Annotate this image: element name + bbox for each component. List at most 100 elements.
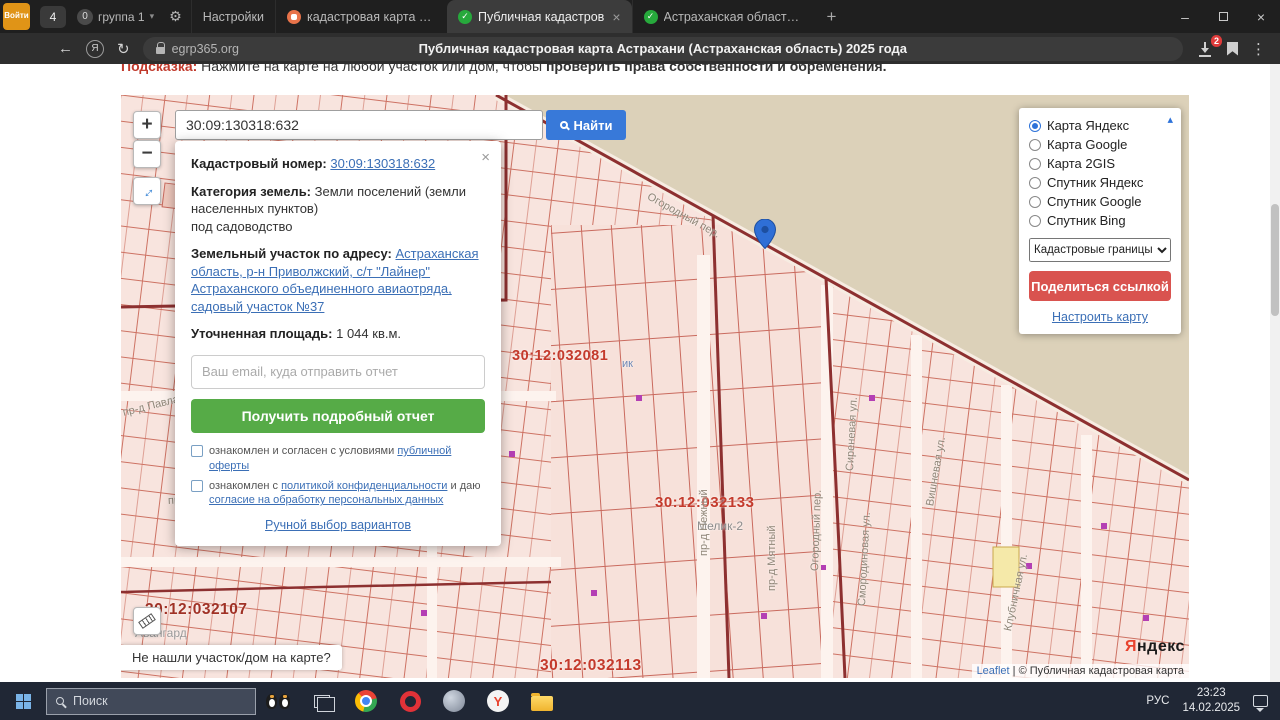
tab-group-count: 0 xyxy=(77,9,93,25)
task-view-icon xyxy=(314,695,330,708)
map-attribution: Leaflet | © Публичная кадастровая карта xyxy=(972,664,1189,678)
gear-icon[interactable]: ⚙ xyxy=(160,8,191,25)
configure-map-link[interactable]: Настроить карту xyxy=(1029,310,1171,324)
boundaries-select[interactable]: Кадастровые границы 2025 xyxy=(1029,238,1171,262)
layer-option-label: Карта Яндекс xyxy=(1047,118,1129,133)
close-window-button[interactable]: × xyxy=(1242,0,1280,33)
task-view-button[interactable] xyxy=(300,682,344,720)
clock-time: 23:23 xyxy=(1182,686,1240,701)
minimize-button[interactable]: – xyxy=(1166,0,1204,33)
layer-option-label: Карта Google xyxy=(1047,137,1127,152)
attribution-separator: | xyxy=(1013,665,1016,677)
downloads-icon[interactable]: 2 xyxy=(1196,41,1214,57)
bookmark-flag-icon[interactable] xyxy=(1227,42,1238,56)
search-icon xyxy=(56,697,64,705)
popup-close-icon[interactable]: × xyxy=(481,148,490,168)
page-content: Подсказка: Нажмите на карте на любой уча… xyxy=(0,64,1280,682)
parcel-area-row: Уточненная площадь: 1 044 кв.м. xyxy=(191,325,485,343)
reload-icon[interactable]: ↻ xyxy=(117,40,130,58)
url-bar[interactable]: egrp365.org Публичная кадастровая карта … xyxy=(143,37,1183,61)
back-icon[interactable]: ← xyxy=(58,40,73,57)
yandex-login-badge[interactable]: Войти xyxy=(3,3,30,30)
fullscreen-button[interactable]: ↔ xyxy=(133,177,161,205)
close-tab-icon[interactable]: × xyxy=(612,9,620,25)
clock[interactable]: 23:23 14.02.2025 xyxy=(1182,686,1240,716)
tab-counter-button[interactable]: 4 xyxy=(40,6,66,28)
not-found-button[interactable]: Не нашли участок/дом на карте? xyxy=(121,645,342,670)
start-button[interactable] xyxy=(0,682,46,720)
folder-icon[interactable] xyxy=(520,682,564,720)
url-domain: egrp365.org xyxy=(172,42,239,56)
consent-privacy-text-part2: и даю xyxy=(451,480,481,492)
manual-selection-link[interactable]: Ручной выбор вариантов xyxy=(191,517,485,534)
consent-privacy-text-part1: ознакомлен с xyxy=(209,480,278,492)
email-field[interactable] xyxy=(191,355,485,389)
cadastral-map[interactable]: 30:12:032081 30:12:032133 30:12:032107 3… xyxy=(121,95,1189,678)
map-marker-pin[interactable] xyxy=(754,219,776,249)
personal-data-link[interactable]: согласие на обработку персональных данны… xyxy=(209,494,443,506)
page-scrollbar[interactable] xyxy=(1270,64,1280,682)
land-category-row: Категория земель: Земли поселений (земли… xyxy=(191,183,485,236)
layer-option-yandex-satellite[interactable]: Спутник Яндекс xyxy=(1029,173,1171,192)
parcel-info-popup: × Кадастровый номер: 30:09:130318:632 Ка… xyxy=(175,141,501,546)
notifications-icon[interactable] xyxy=(1253,695,1268,707)
parcel-address-label: Земельный участок по адресу: xyxy=(191,246,392,261)
collapse-panel-icon[interactable]: ▴ xyxy=(1167,113,1173,126)
layer-option-label: Спутник Яндекс xyxy=(1047,175,1143,190)
layer-option-label: Спутник Bing xyxy=(1047,213,1126,228)
yandex-logo-rest: ндекс xyxy=(1137,638,1185,655)
attribution-text: © Публичная кадастровая карта xyxy=(1019,665,1184,677)
taskbar-search[interactable]: Поиск xyxy=(46,688,256,715)
scrollbar-thumb[interactable] xyxy=(1271,204,1279,316)
tab-public-cadastral-active[interactable]: ✓ Публичная кадастров × xyxy=(447,0,632,33)
street-label: пр-д Мятный xyxy=(766,526,778,592)
layer-option-label: Спутник Google xyxy=(1047,194,1142,209)
yandex-feature-icon[interactable]: Я xyxy=(86,40,104,58)
cadastral-search-input[interactable] xyxy=(175,110,543,140)
tab-cadastral-map-site[interactable]: кадастровая карта публ xyxy=(275,0,447,33)
land-category-value2: под садоводство xyxy=(191,218,485,236)
yandex-browser-icon[interactable] xyxy=(476,682,520,720)
search-button[interactable]: Найти xyxy=(546,110,626,140)
language-indicator[interactable]: РУС xyxy=(1146,695,1169,707)
new-tab-button[interactable]: + xyxy=(814,7,850,27)
zoom-out-button[interactable]: − xyxy=(133,140,161,168)
maximize-icon xyxy=(1219,12,1228,21)
consent-offer-text-part: ознакомлен и согласен с условиями xyxy=(209,445,394,457)
layer-option-bing-satellite[interactable]: Спутник Bing xyxy=(1029,211,1171,230)
maximize-button[interactable] xyxy=(1204,0,1242,33)
share-link-button[interactable]: Поделиться ссылкой xyxy=(1029,271,1171,301)
layer-option-2gis-map[interactable]: Карта 2GIS xyxy=(1029,154,1171,173)
privacy-checkbox[interactable] xyxy=(191,480,203,492)
search-icon xyxy=(560,121,568,129)
layer-option-google-map[interactable]: Карта Google xyxy=(1029,135,1171,154)
tab-settings[interactable]: Настройки xyxy=(191,0,275,33)
taskbar: Поиск РУС 23:23 14.02.2025 xyxy=(0,682,1280,720)
tab-group-button[interactable]: 0 группа 1 ▾ xyxy=(71,0,160,33)
measure-button[interactable] xyxy=(133,607,161,635)
app-icon-gray[interactable] xyxy=(432,682,476,720)
privacy-policy-link[interactable]: политикой конфиденциальности xyxy=(281,480,447,492)
leaflet-link[interactable]: Leaflet xyxy=(977,665,1010,677)
get-report-button[interactable]: Получить подробный отчет xyxy=(191,399,485,433)
layer-option-google-satellite[interactable]: Спутник Google xyxy=(1029,192,1171,211)
radio-icon xyxy=(1029,215,1041,227)
land-category-label: Категория земель: xyxy=(191,184,311,199)
menu-dots-icon[interactable]: ⋮ xyxy=(1251,40,1266,58)
offer-checkbox[interactable] xyxy=(191,445,203,457)
cadastral-number-link[interactable]: 30:09:130318:632 xyxy=(330,156,435,171)
opera-icon[interactable] xyxy=(388,682,432,720)
layer-option-label: Карта 2GIS xyxy=(1047,156,1115,171)
zoom-in-button[interactable]: + xyxy=(133,111,161,139)
radio-selected-icon xyxy=(1029,120,1041,132)
layer-option-yandex-map[interactable]: Карта Яндекс xyxy=(1029,116,1171,135)
search-button-label: Найти xyxy=(574,118,613,133)
tab-label: Публичная кадастров xyxy=(478,10,604,24)
downloads-badge: 2 xyxy=(1211,35,1222,47)
tab-astrakhan-region[interactable]: ✓ Астраханская область, р xyxy=(632,0,814,33)
tab-label: Настройки xyxy=(203,10,264,24)
chrome-icon[interactable] xyxy=(344,682,388,720)
window-controls: – × xyxy=(1166,0,1280,33)
cadastral-number-label: Кадастровый номер: xyxy=(191,156,327,171)
penguin-widget[interactable] xyxy=(256,682,300,720)
